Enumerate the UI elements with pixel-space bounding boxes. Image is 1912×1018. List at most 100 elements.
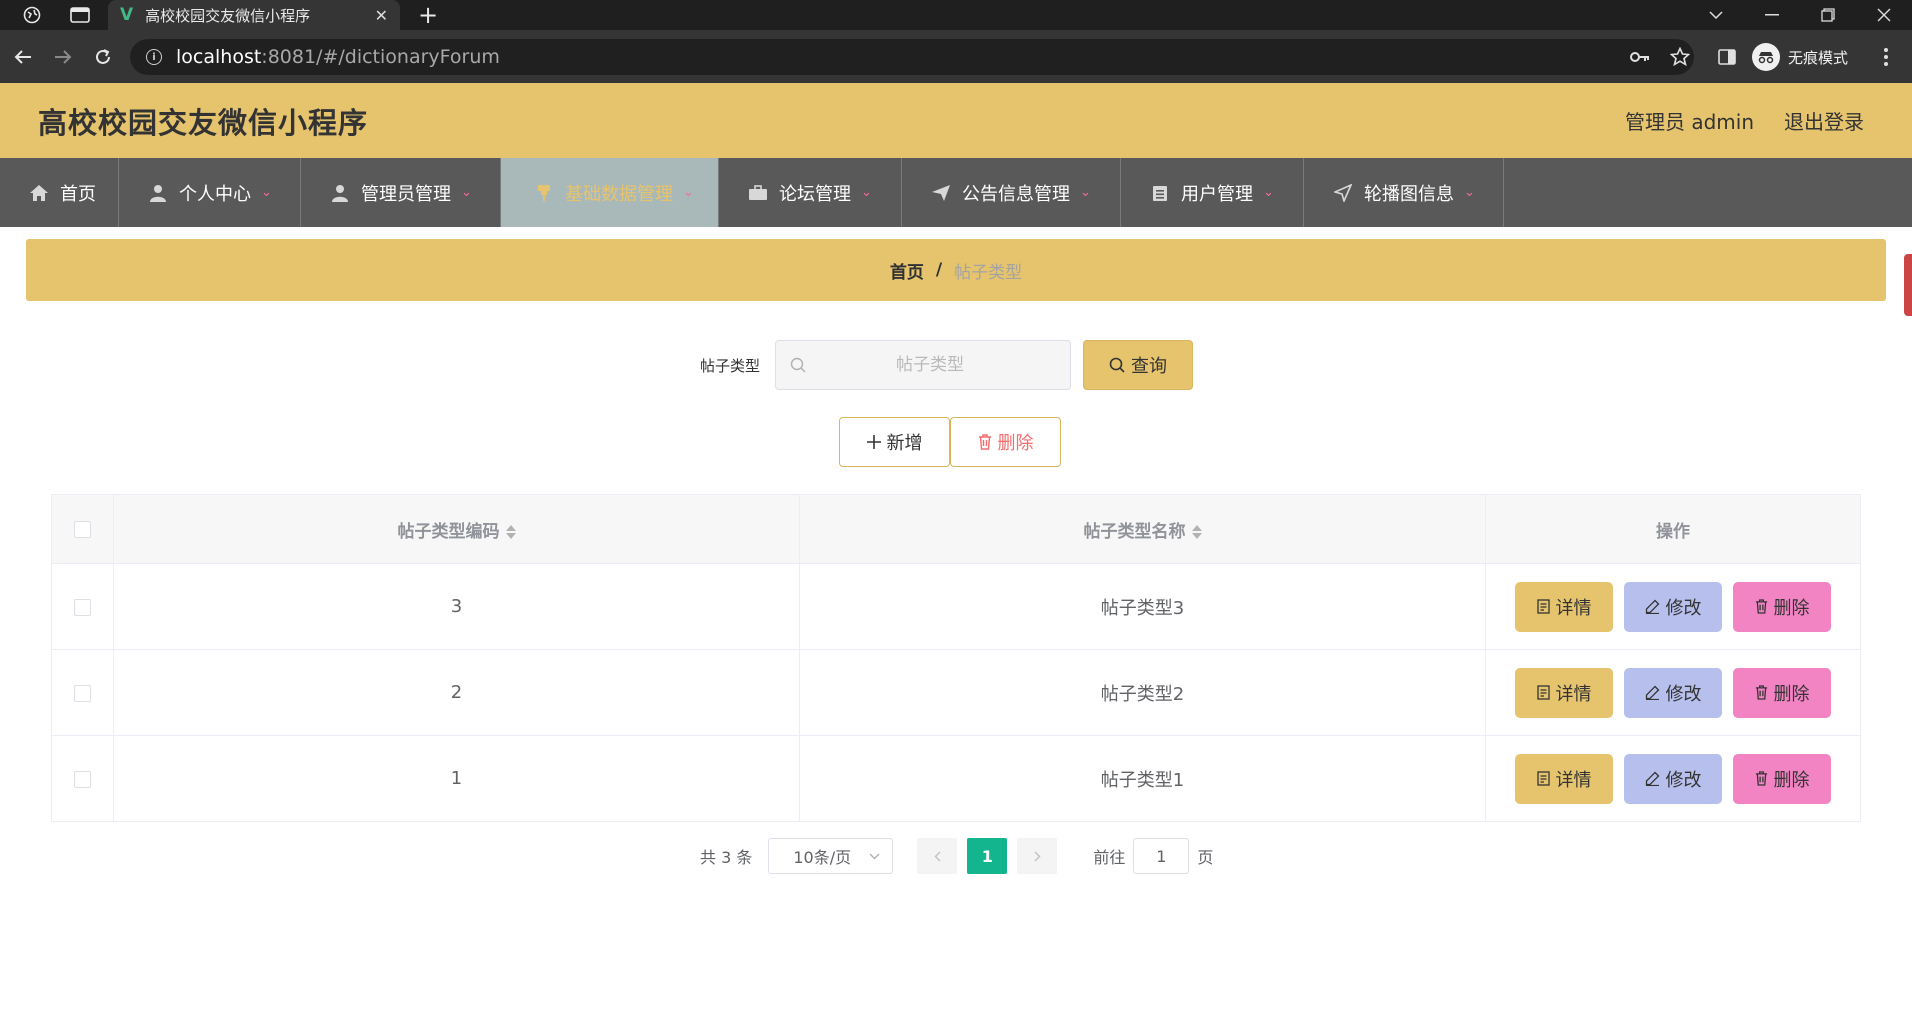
plus-icon[interactable]: + — [418, 0, 438, 30]
info-icon[interactable]: i — [146, 49, 162, 65]
key-icon[interactable] — [1630, 30, 1650, 83]
send-icon — [930, 182, 952, 204]
menu-item-label: 轮播图信息 — [1364, 183, 1454, 205]
globe-icon[interactable] — [18, 0, 46, 30]
detail-button[interactable]: 详情 — [1515, 667, 1613, 718]
prev-page-button[interactable] — [917, 838, 958, 874]
user-icon — [329, 182, 351, 204]
forward-icon[interactable] — [46, 30, 80, 83]
chevron-down-icon: ⌄ — [1263, 185, 1274, 200]
url-bar[interactable]: i localhost:8081/#/dictionaryForum — [130, 39, 1694, 75]
menu-item-announcement[interactable]: 公告信息管理 ⌄ — [902, 158, 1121, 227]
menu-item-personal-center[interactable]: 个人中心 ⌄ — [119, 158, 301, 227]
edit-icon — [1645, 771, 1659, 786]
breadcrumb-home[interactable]: 首页 — [890, 258, 924, 283]
page-size-select[interactable]: 10条/页 — [768, 838, 894, 874]
delete-button[interactable]: 删除 — [1733, 581, 1831, 632]
query-button[interactable]: 查询 — [1083, 340, 1194, 390]
add-button[interactable]: 新增 — [839, 417, 950, 467]
breadcrumb-separator: / — [935, 260, 943, 280]
briefcase-icon — [747, 182, 769, 204]
home-icon — [28, 182, 50, 204]
delete-button[interactable]: 删除 — [1733, 753, 1831, 804]
table-row: 2 帖子类型2 详情 修改 删除 — [51, 649, 1861, 736]
column-header-name[interactable]: 帖子类型名称 — [799, 494, 1486, 564]
current-user: 管理员 admin — [1624, 110, 1754, 134]
goto-page: 前往 页 — [1093, 838, 1213, 874]
breadcrumb: 首页 / 帖子类型 — [26, 239, 1886, 301]
menu-item-label: 用户管理 — [1181, 183, 1253, 205]
detail-button[interactable]: 详情 — [1515, 581, 1613, 632]
incognito-icon — [1752, 43, 1780, 71]
search-input[interactable] — [820, 355, 1041, 375]
goto-prefix: 前往 — [1093, 848, 1126, 867]
batch-delete-button[interactable]: 删除 — [950, 417, 1061, 467]
menu-item-basic-data[interactable]: 基础数据管理 ⌄ — [501, 158, 719, 227]
chevron-down-icon[interactable] — [1688, 0, 1744, 30]
sort-icon[interactable] — [505, 524, 516, 540]
tab-page-icon[interactable] — [66, 0, 94, 30]
row-checkbox[interactable] — [74, 598, 91, 616]
edit-icon — [1645, 599, 1659, 614]
goto-suffix: 页 — [1197, 848, 1214, 867]
chevron-down-icon: ⌄ — [1464, 185, 1475, 200]
menu-item-label: 个人中心 — [179, 183, 251, 205]
incognito-label: 无痕模式 — [1788, 48, 1849, 67]
chevron-down-icon: ⌄ — [861, 185, 872, 200]
window-close-icon[interactable] — [1856, 0, 1912, 30]
row-select-cell — [51, 649, 114, 736]
row-select-cell — [51, 735, 114, 822]
menu-item-label: 公告信息管理 — [962, 183, 1070, 205]
pagination: 共 3 条 10条/页 1 前往 页 — [700, 838, 1213, 874]
chevron-down-icon — [869, 853, 880, 859]
menu-item-home[interactable]: 首页 — [0, 158, 119, 227]
trash-icon — [1755, 685, 1767, 700]
edit-button[interactable]: 修改 — [1624, 753, 1722, 804]
document-icon — [1536, 771, 1550, 786]
sort-icon[interactable] — [1191, 524, 1202, 540]
browser-tab-active[interactable]: V 高校校园交友微信小程序 ✕ — [108, 0, 400, 30]
document-icon — [1536, 685, 1550, 700]
star-icon[interactable] — [1670, 30, 1690, 83]
goto-page-input[interactable] — [1133, 838, 1190, 874]
navigation-icon — [1332, 182, 1354, 204]
sidebar-icon[interactable] — [1718, 30, 1736, 83]
document-icon — [1536, 599, 1550, 614]
menu-item-admin-management[interactable]: 管理员管理 ⌄ — [301, 158, 501, 227]
cell-name: 帖子类型3 — [799, 563, 1486, 650]
detail-button[interactable]: 详情 — [1515, 753, 1613, 804]
row-checkbox[interactable] — [74, 770, 91, 788]
restore-icon[interactable] — [1800, 0, 1856, 30]
edit-button[interactable]: 修改 — [1624, 667, 1722, 718]
menu-item-carousel[interactable]: 轮播图信息 ⌄ — [1304, 158, 1504, 227]
cell-actions: 详情 修改 删除 — [1485, 563, 1861, 650]
cell-actions: 详情 修改 删除 — [1485, 735, 1861, 822]
search-icon — [790, 357, 806, 373]
table-row: 3 帖子类型3 详情 修改 删除 — [51, 563, 1861, 650]
delete-button[interactable]: 删除 — [1733, 667, 1831, 718]
page-number-current[interactable]: 1 — [967, 838, 1008, 874]
edit-button[interactable]: 修改 — [1624, 581, 1722, 632]
clipboard-icon — [1149, 182, 1171, 204]
kebab-menu-icon[interactable] — [1884, 30, 1888, 83]
menu-item-user-management[interactable]: 用户管理 ⌄ — [1121, 158, 1304, 227]
back-icon[interactable] — [6, 30, 40, 83]
data-table: 帖子类型编码 帖子类型名称 操作 3 帖子类型3 详情 修改 删除 2 帖子类型… — [51, 494, 1861, 822]
cell-code: 3 — [113, 563, 800, 650]
next-page-button[interactable] — [1017, 838, 1058, 874]
search-field[interactable] — [775, 340, 1072, 390]
select-all-checkbox[interactable] — [74, 520, 91, 538]
trash-icon — [1755, 599, 1767, 614]
app-header: 高校校园交友微信小程序 管理员 admin 退出登录 — [0, 83, 1912, 158]
row-checkbox[interactable] — [74, 684, 91, 702]
reload-icon[interactable] — [86, 30, 120, 83]
minimize-icon[interactable] — [1744, 0, 1800, 30]
scrollbar-handle[interactable] — [1904, 254, 1912, 316]
logout-link[interactable]: 退出登录 — [1784, 106, 1864, 135]
incognito-indicator[interactable]: 无痕模式 — [1752, 43, 1848, 71]
chevron-down-icon: ⌄ — [261, 185, 272, 200]
column-header-code[interactable]: 帖子类型编码 — [113, 494, 800, 564]
menu-item-forum-management[interactable]: 论坛管理 ⌄ — [719, 158, 902, 227]
row-select-cell — [51, 563, 114, 650]
close-icon[interactable]: ✕ — [375, 6, 388, 25]
